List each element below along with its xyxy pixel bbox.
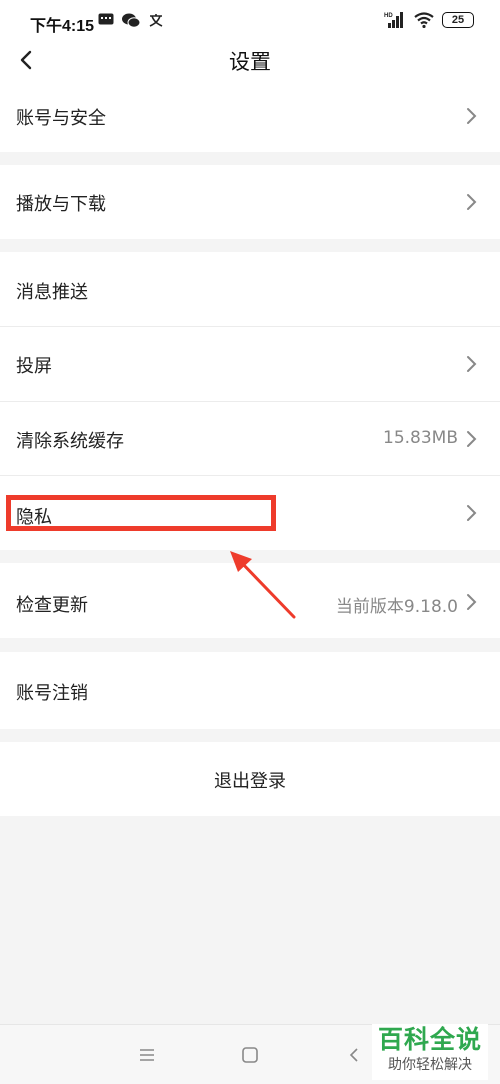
logout-button[interactable]: 退出登录 [0, 742, 500, 816]
settings-item-cancel-account[interactable]: 账号注销 [0, 652, 500, 729]
chevron-right-icon [467, 431, 477, 447]
page-title: 设置 [229, 50, 271, 74]
chevron-right-icon [467, 194, 477, 210]
wifi-icon [414, 11, 434, 28]
settings-item-label: 消息推送 [16, 282, 88, 303]
translate-icon [149, 14, 163, 27]
settings-item-clear-cache[interactable]: 清除系统缓存 15.83MB [0, 402, 500, 475]
settings-item-label: 播放与下载 [16, 194, 106, 215]
annotation-arrow [230, 551, 296, 619]
settings-item-label: 检查更新 [16, 595, 88, 616]
svg-text:HD: HD [384, 13, 393, 19]
settings-item-push-notifications[interactable]: 消息推送 [0, 252, 500, 326]
settings-item-label: 投屏 [16, 356, 52, 377]
watermark-subtitle: 助你轻松解决 [388, 1057, 472, 1073]
back-icon[interactable] [347, 1046, 361, 1064]
cache-size-value: 15.83MB [383, 428, 458, 448]
home-icon[interactable] [241, 1046, 259, 1064]
menu-icon[interactable] [138, 1047, 156, 1063]
chevron-right-icon [467, 356, 477, 372]
settings-item-label: 账号注销 [16, 683, 88, 704]
battery-icon: 25 [442, 11, 474, 28]
chevron-right-icon [467, 594, 477, 610]
status-time: 下午4:15 [30, 18, 95, 35]
status-bar: 下午4:15 HD 25 [0, 0, 500, 40]
settings-item-screen-cast[interactable]: 投屏 [0, 327, 500, 401]
hd-signal-icon: HD [384, 12, 403, 28]
settings-item-play-download[interactable]: 播放与下载 [0, 165, 500, 239]
highlight-box: 隐私 [6, 495, 276, 531]
message-icon [98, 13, 114, 25]
version-value: 当前版本9.18.0 [335, 597, 458, 617]
settings-item-label: 隐私 [16, 507, 52, 528]
settings-item-account-security[interactable]: 账号与安全 [0, 80, 500, 152]
logout-label: 退出登录 [214, 771, 286, 792]
settings-item-label: 账号与安全 [16, 108, 106, 129]
header: 设置 [0, 40, 500, 80]
watermark: 百科全说 助你轻松解决 [372, 1024, 488, 1080]
watermark-title: 百科全说 [377, 1025, 482, 1054]
chevron-right-icon [467, 505, 477, 521]
settings-item-label: 清除系统缓存 [16, 431, 124, 452]
chevron-right-icon [467, 108, 477, 124]
wechat-icon [122, 13, 140, 28]
